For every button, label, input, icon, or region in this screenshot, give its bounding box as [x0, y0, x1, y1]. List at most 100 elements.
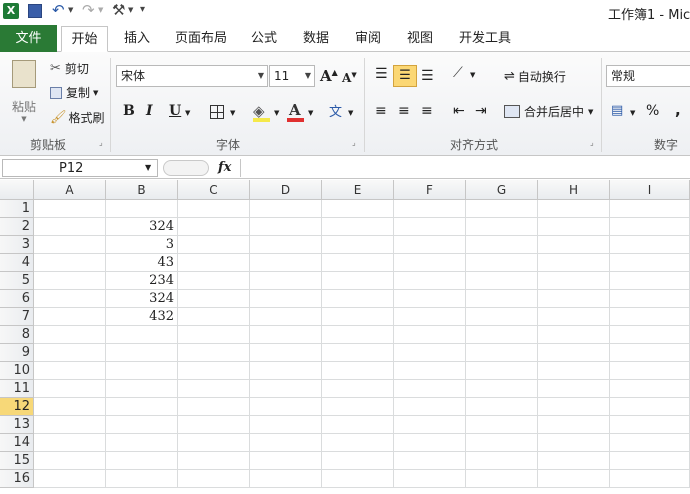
- cell[interactable]: [538, 362, 610, 380]
- phonetic-dropdown-icon[interactable]: ▼: [348, 109, 353, 117]
- row-header[interactable]: 1: [0, 200, 34, 218]
- cell[interactable]: [394, 344, 466, 362]
- cell[interactable]: [322, 326, 394, 344]
- cell[interactable]: [322, 344, 394, 362]
- cell[interactable]: [178, 290, 250, 308]
- underline-dropdown-icon[interactable]: ▼: [185, 109, 190, 117]
- cell[interactable]: [178, 362, 250, 380]
- cell[interactable]: [466, 434, 538, 452]
- fill-color-dropdown-icon[interactable]: ▼: [274, 109, 279, 117]
- cell[interactable]: [106, 362, 178, 380]
- cell[interactable]: [610, 326, 690, 344]
- tab-review[interactable]: 审阅: [346, 26, 390, 52]
- tab-page-layout[interactable]: 页面布局: [168, 26, 234, 52]
- cell[interactable]: [34, 380, 106, 398]
- align-right-icon[interactable]: ≡: [421, 103, 433, 119]
- align-top-icon[interactable]: ☰: [375, 66, 388, 82]
- cell[interactable]: [250, 380, 322, 398]
- cell[interactable]: [322, 416, 394, 434]
- font-color-dropdown-icon[interactable]: ▼: [308, 109, 313, 117]
- row-header[interactable]: 5: [0, 272, 34, 290]
- cell[interactable]: [34, 326, 106, 344]
- cell[interactable]: [106, 470, 178, 488]
- cell[interactable]: [394, 434, 466, 452]
- cell[interactable]: [538, 380, 610, 398]
- font-color-icon[interactable]: A: [289, 101, 301, 119]
- tab-file[interactable]: 文件: [0, 25, 57, 52]
- cell[interactable]: [250, 308, 322, 326]
- cell[interactable]: [34, 200, 106, 218]
- cell[interactable]: [394, 272, 466, 290]
- cell[interactable]: [466, 470, 538, 488]
- row-header[interactable]: 6: [0, 290, 34, 308]
- accounting-format-icon[interactable]: ▤: [611, 103, 623, 118]
- cell[interactable]: [466, 416, 538, 434]
- formula-input[interactable]: [240, 159, 690, 177]
- column-header[interactable]: B: [106, 180, 178, 200]
- orientation-dropdown-icon[interactable]: ▼: [470, 71, 475, 79]
- cell[interactable]: [538, 326, 610, 344]
- cell[interactable]: [322, 380, 394, 398]
- cell[interactable]: [538, 236, 610, 254]
- cell[interactable]: [34, 362, 106, 380]
- row-header[interactable]: 3: [0, 236, 34, 254]
- format-painter-button[interactable]: 🖌 格式刷: [50, 109, 105, 126]
- phonetic-icon[interactable]: 文: [329, 101, 342, 120]
- redo-dropdown-icon[interactable]: ▼: [98, 6, 103, 14]
- bold-button[interactable]: B: [123, 103, 135, 119]
- column-header[interactable]: I: [610, 180, 690, 200]
- increase-indent-icon[interactable]: ⇥: [475, 103, 487, 119]
- tab-formulas[interactable]: 公式: [242, 26, 286, 52]
- tab-data[interactable]: 数据: [294, 26, 338, 52]
- select-all-corner[interactable]: [0, 180, 34, 200]
- row-header[interactable]: 15: [0, 452, 34, 470]
- cell[interactable]: [394, 398, 466, 416]
- cell[interactable]: [394, 362, 466, 380]
- cell[interactable]: [394, 326, 466, 344]
- cell[interactable]: [178, 236, 250, 254]
- tab-home[interactable]: 开始: [61, 26, 108, 52]
- cell[interactable]: [250, 398, 322, 416]
- cell[interactable]: [106, 380, 178, 398]
- cell[interactable]: [610, 434, 690, 452]
- merge-center-button[interactable]: 合并后居中 ▼: [504, 103, 593, 120]
- cell[interactable]: [466, 380, 538, 398]
- percent-button[interactable]: %: [646, 103, 659, 119]
- cell[interactable]: 324: [106, 290, 178, 308]
- wrap-text-button[interactable]: ⇌ 自动换行: [504, 68, 566, 85]
- align-center-icon[interactable]: ≡: [398, 103, 410, 119]
- save-icon[interactable]: [28, 4, 42, 18]
- cell[interactable]: [538, 290, 610, 308]
- row-header[interactable]: 16: [0, 470, 34, 488]
- cell[interactable]: [250, 326, 322, 344]
- row-header[interactable]: 8: [0, 326, 34, 344]
- font-size-select[interactable]: 11 ▼: [269, 65, 315, 87]
- cell[interactable]: [322, 254, 394, 272]
- undo-icon[interactable]: ↶: [52, 1, 65, 19]
- cell[interactable]: [34, 434, 106, 452]
- customize-qat-icon[interactable]: ▾: [140, 4, 145, 15]
- cell[interactable]: [322, 200, 394, 218]
- cell[interactable]: [250, 470, 322, 488]
- paste-button[interactable]: 粘贴 ▼: [6, 58, 42, 128]
- number-format-select[interactable]: 常规: [606, 65, 690, 87]
- cell[interactable]: [250, 290, 322, 308]
- orientation-icon[interactable]: ⟋: [453, 65, 463, 81]
- column-header[interactable]: H: [538, 180, 610, 200]
- cell[interactable]: [250, 236, 322, 254]
- comma-style-icon[interactable]: ,: [675, 101, 681, 119]
- cell[interactable]: [322, 470, 394, 488]
- cell[interactable]: 3: [106, 236, 178, 254]
- cell[interactable]: [34, 416, 106, 434]
- cell[interactable]: [34, 272, 106, 290]
- cell[interactable]: [322, 236, 394, 254]
- cell[interactable]: [610, 254, 690, 272]
- cell[interactable]: [250, 254, 322, 272]
- accounting-dropdown-icon[interactable]: ▼: [630, 109, 635, 117]
- tab-insert[interactable]: 插入: [114, 26, 160, 52]
- undo-dropdown-icon[interactable]: ▼: [68, 6, 73, 14]
- cell[interactable]: [178, 470, 250, 488]
- cell[interactable]: [538, 416, 610, 434]
- worksheet-grid[interactable]: A B C D E F G H I 1 2 324 3 3 4 43 5 234 6 324 7 432…: [0, 180, 690, 494]
- cell[interactable]: [538, 200, 610, 218]
